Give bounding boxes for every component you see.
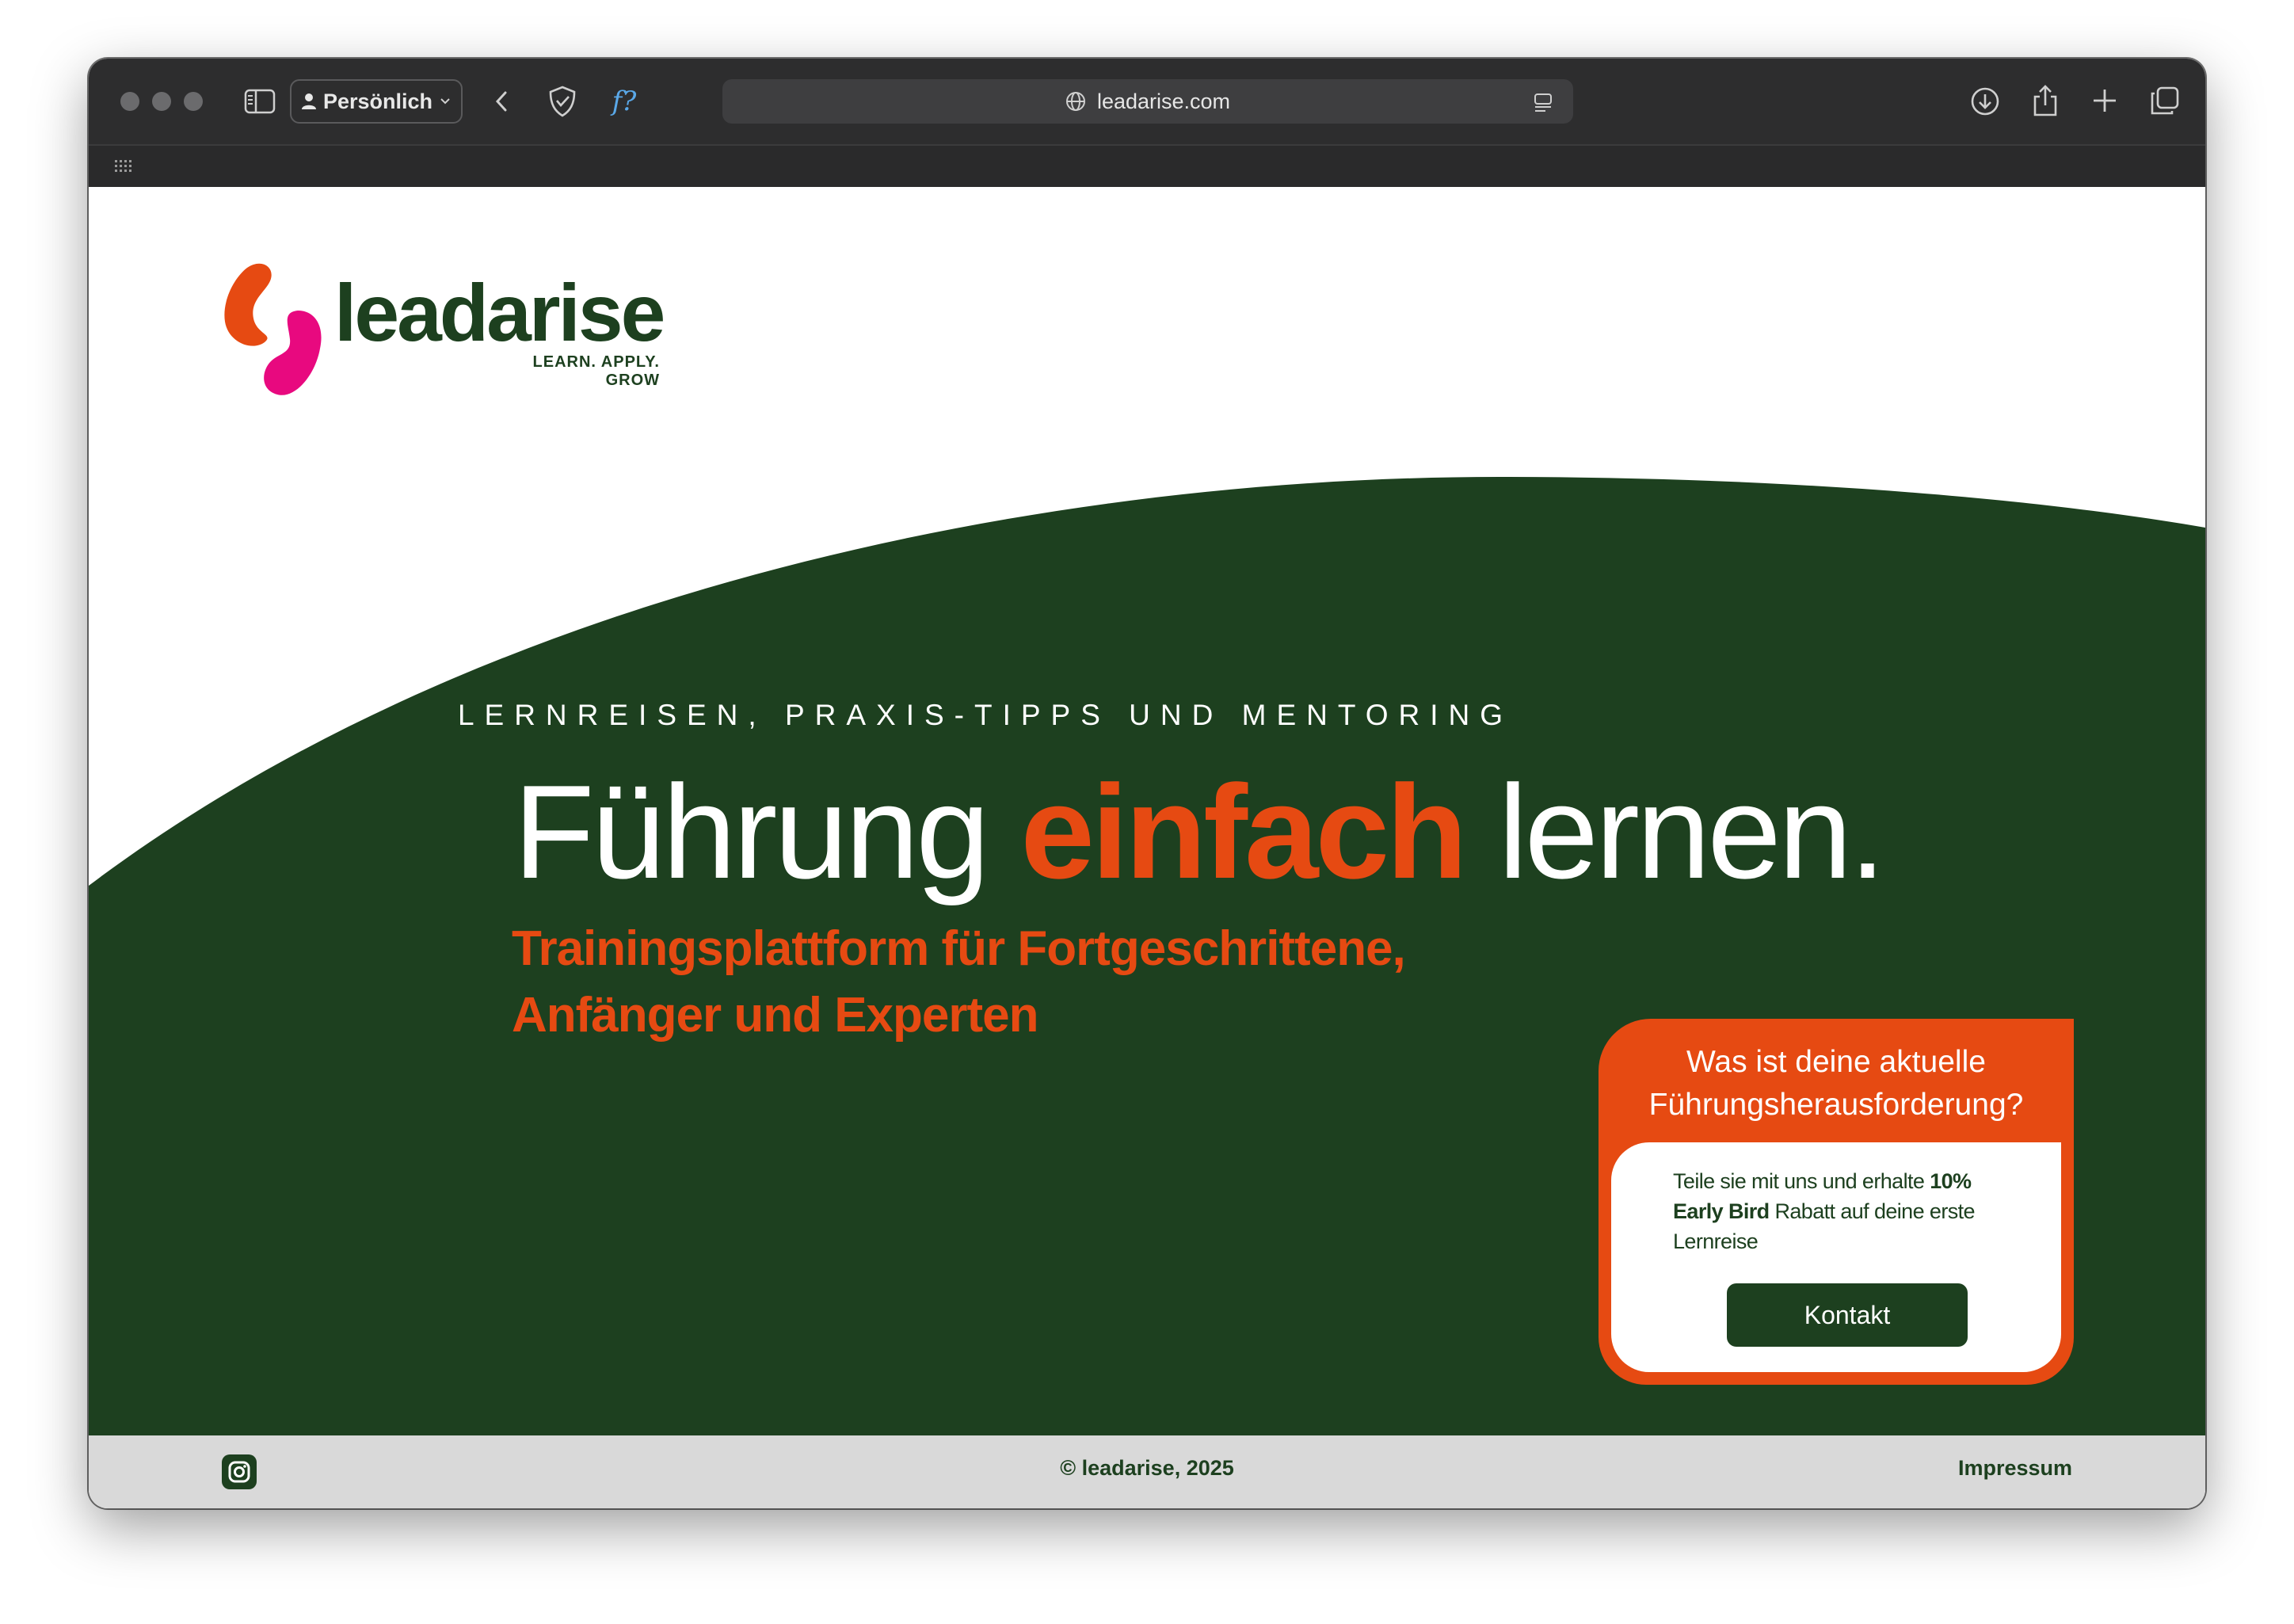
favorites-grid-icon[interactable] [112,157,135,176]
cta-content-panel: Teile sie mit uns und erhalte 10% Early … [1611,1142,2061,1372]
formula-extension-icon[interactable]: f? [602,81,646,122]
url-text: leadarise.com [1096,89,1231,113]
profile-label: Persönlich [323,89,433,113]
copyright-text: © leadarise, 2025 [1060,1456,1234,1480]
favorites-bar [89,144,2205,187]
browser-toolbar: Persönlich f? leadarise.com [89,59,2205,144]
privacy-shield-icon[interactable] [543,82,581,120]
globe-icon [1065,92,1085,111]
logo-wordmark: leadarise [334,268,665,358]
cta-title: Was ist deine aktuelle Führungsherausfor… [1599,1041,2074,1127]
person-icon [302,93,316,109]
kontakt-button[interactable]: Kontakt [1727,1283,1968,1347]
impressum-link[interactable]: Impressum [1958,1456,2072,1481]
back-button[interactable] [485,84,520,119]
challenge-cta-card: Was ist deine aktuelle Führungsherausfor… [1599,1019,2074,1385]
close-window-button[interactable] [120,92,139,111]
zoom-window-button[interactable] [184,92,203,111]
cta-text-part-1: Teile sie mit uns und erhalte [1673,1169,1930,1193]
downloads-icon[interactable] [1966,82,2004,120]
subline-line-1: Trainingsplattform für Fortgeschrittene, [512,921,1406,976]
browser-window: Persönlich f? leadarise.com leadarise LE… [89,59,2205,1508]
logo-mark-icon [224,263,322,395]
address-bar[interactable]: leadarise.com [722,79,1573,124]
headline-part-2: lernen. [1464,757,1886,906]
chevron-left-icon [495,91,507,112]
chevron-down-icon [440,98,450,105]
profile-button[interactable]: Persönlich [290,79,463,124]
share-icon[interactable] [2026,81,2064,120]
headline-part-1: Führung [513,757,1021,906]
subline-line-2: Anfänger und Experten [512,988,1039,1043]
cta-title-line-2: Führungsherausforderung? [1648,1088,2024,1122]
reader-mode-icon[interactable] [1530,90,1556,114]
tab-overview-icon[interactable] [2147,82,2183,119]
site-footer: © leadarise, 2025 Impressum [89,1435,2205,1508]
logo-tagline: LEARN. APPLY. GROW [532,353,660,389]
sidebar-toggle-icon[interactable] [242,84,277,119]
hero-subheadline: Trainingsplattform für Fortgeschrittene,… [512,916,1621,1049]
hero-eyebrow: LERNREISEN, PRAXIS-TIPPS UND MENTORING [457,699,1514,731]
web-page: leadarise LEARN. APPLY. GROW LERNREISEN,… [89,187,2205,1508]
cta-title-line-1: Was ist deine aktuelle [1686,1045,1986,1079]
hero-headline: Führung einfach lernen. [513,756,1886,909]
headline-accent: einfach [1020,757,1467,906]
site-logo[interactable]: leadarise LEARN. APPLY. GROW [222,260,665,402]
new-tab-icon[interactable] [2086,82,2123,119]
cta-description: Teile sie mit uns und erhalte 10% Early … [1673,1166,2022,1256]
minimize-window-button[interactable] [152,92,171,111]
